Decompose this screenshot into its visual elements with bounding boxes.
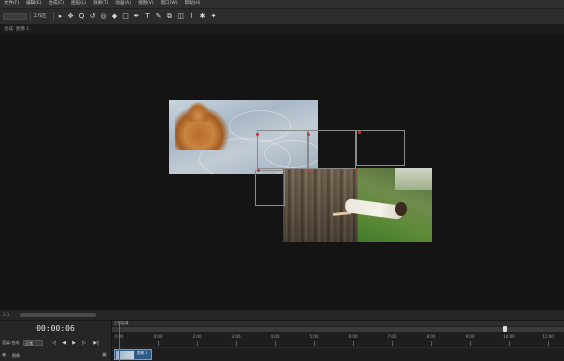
rectangle-icon[interactable]: □ [121,12,130,21]
viewer-scrollbar[interactable]: 1:1 [0,310,564,321]
ruler-tick [314,341,315,346]
ruler-tick [158,341,159,346]
timeline-tracks[interactable]: 工作区域 0:000:002:003:004:005:006:007:008:0… [112,321,564,361]
zoom-ratio: 1:1 [3,312,10,317]
ruler-tick [431,341,432,346]
menu-item-window[interactable]: 窗口(W) [161,0,178,8]
puppet-icon[interactable]: ✱ [198,12,207,21]
composition-panel-title[interactable]: 合成: 图像 1 [4,25,29,34]
ruler-tick-label: 6:00 [348,334,358,339]
track-header[interactable]: ◉ 图像 ▣ [0,350,111,361]
pan-behind-icon[interactable]: ◆ [110,12,119,21]
scrollbar-thumb[interactable] [20,313,96,317]
transform-handle[interactable] [256,133,259,136]
eraser-icon[interactable]: ◫ [176,12,185,21]
image-layer-portrait[interactable] [283,168,432,242]
roto-icon[interactable]: ⌇ [187,12,196,21]
star-icon[interactable]: ✦ [209,12,218,21]
zoom-icon[interactable]: Q [77,12,86,21]
ruler-tick [353,341,354,346]
menu-item-animation[interactable]: 动画(A) [115,0,131,8]
prev-frame-icon[interactable]: ◀ [60,339,68,347]
brush-icon[interactable]: ✎ [154,12,163,21]
first-frame-icon[interactable]: ◁ [50,339,58,347]
work-area-label: 工作区域 [114,321,129,325]
person-head [395,202,407,216]
ruler-tick-label: 0:00 [153,334,163,339]
menu-item-layer[interactable]: 图层(L) [71,0,86,8]
editor-app: 文件(F) 编辑(E) 合成(C) 图层(L) 效果(T) 动画(A) 视图(V… [0,0,564,361]
camera-orbit-icon[interactable]: ◎ [99,12,108,21]
timeline-controls: 00:00:06 渲染:合成 正常 ◁ ◀ ▶ ▷ ▶| ◉ 图像 ▣ [0,321,112,361]
ruler-tick [509,341,510,346]
selection-icon[interactable]: ✥ [66,12,75,21]
layer-bounding-box[interactable] [257,130,308,169]
ruler-tick-label: 5:00 [309,334,319,339]
playback-controls: 渲染:合成 正常 ◁ ◀ ▶ ▷ ▶| [0,338,111,348]
work-area-header: 工作区域 [112,321,564,326]
play-icon[interactable]: ▶ [70,339,78,347]
clone-icon[interactable]: ⧉ [165,12,174,21]
ruler-tick-label: 10:00 [503,334,515,339]
composition-viewer[interactable] [0,34,564,310]
ruler-tick [236,341,237,346]
pen-icon[interactable]: ✒ [132,12,141,21]
current-timecode[interactable]: 00:00:06 [0,323,111,335]
toolbar-separator [30,12,31,21]
menu-bar: 文件(F) 编辑(E) 合成(C) 图层(L) 效果(T) 动画(A) 视图(V… [0,0,564,9]
track-label: 图像 [12,353,20,358]
transform-handle[interactable] [307,169,310,172]
timeline-panel: 1:1 00:00:06 渲染:合成 正常 ◁ ◀ ▶ ▷ ▶| ◉ 图像 ▣ … [0,310,564,361]
quality-select[interactable]: 正常 [23,340,43,346]
clip-label: 图像 1 [137,351,148,355]
toolbar-separator [53,12,54,21]
eye-icon[interactable]: ◉ [2,352,9,359]
render-label: 渲染:合成 [2,340,20,345]
ruler-tick [548,341,549,346]
workspace-selector[interactable] [3,13,27,20]
toolbar: 工作区 ▸ ✥ Q ↺ ◎ ◆ □ ✒ T ✎ ⧉ ◫ ⌇ ✱ ✦ [0,9,564,25]
layer-bounding-box[interactable] [356,130,405,166]
ruler-tick [197,341,198,346]
composition-panel-header: 合成: 图像 1 [0,25,564,34]
playhead[interactable] [119,321,120,361]
transform-handle[interactable] [355,169,358,172]
ruler-tick-label: 7:00 [387,334,397,339]
ruler-tick-label: 3:00 [231,334,241,339]
last-frame-icon[interactable]: ▶| [92,339,100,347]
menu-item-edit[interactable]: 编辑(E) [26,0,41,8]
menu-item-composition[interactable]: 合成(C) [48,0,64,8]
transform-handle[interactable] [307,133,310,136]
ruler-tick-label: 9:00 [465,334,475,339]
ruler-tick [470,341,471,346]
home-icon[interactable]: ▸ [56,12,65,21]
ruler-tick [392,341,393,346]
ruler-tick-label: 11:00 [542,334,554,339]
transform-handle[interactable] [358,131,361,134]
menu-item-help[interactable]: 帮助(H) [185,0,201,8]
sand-peak [187,102,209,122]
workspace-label: 工作区 [33,14,47,19]
lock-icon[interactable]: ▣ [102,352,109,359]
text-icon[interactable]: T [143,12,152,21]
layer-bounding-box[interactable] [255,170,285,206]
menu-item-file[interactable]: 文件(F) [4,0,19,8]
ruler-tick-label: 4:00 [270,334,280,339]
ruler-tick [275,341,276,346]
next-frame-icon[interactable]: ▷ [80,339,88,347]
time-ruler[interactable]: 0:000:002:003:004:005:006:007:008:009:00… [112,333,564,348]
menu-item-effect[interactable]: 效果(T) [93,0,108,8]
work-area-bar[interactable] [112,327,564,332]
menu-item-view[interactable]: 视图(V) [138,0,154,8]
ruler-tick-label: 8:00 [426,334,436,339]
transform-handle[interactable] [257,169,260,172]
sky-area [395,168,432,190]
ruler-tick-label: 2:00 [192,334,202,339]
work-area-end-handle[interactable] [503,326,507,332]
rotate-icon[interactable]: ↺ [88,12,97,21]
layer-bounding-box[interactable] [308,130,356,169]
